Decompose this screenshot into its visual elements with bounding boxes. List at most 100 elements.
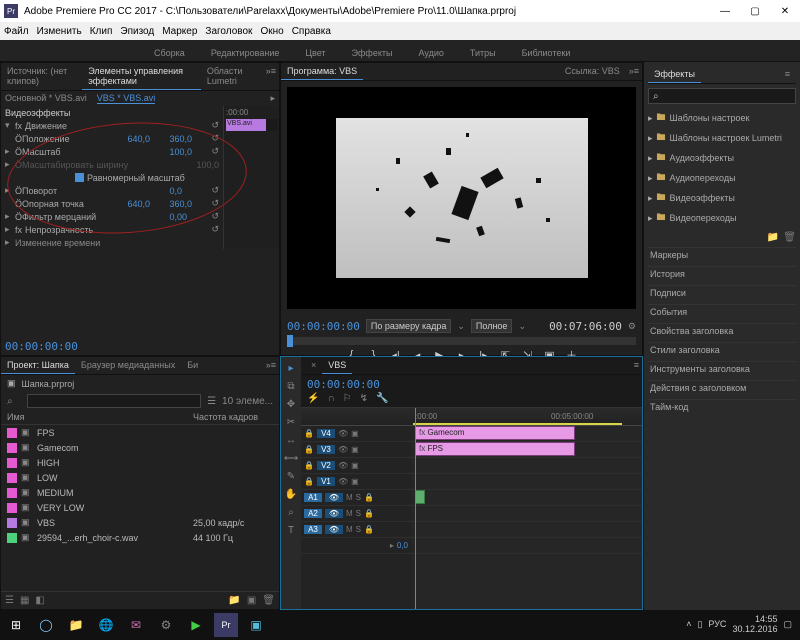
project-item[interactable]: ▣Gamecom [1,440,279,455]
audio-track-head[interactable]: A2👁MS🔒 [301,506,411,522]
type-tool-icon[interactable]: T [288,525,294,536]
timeline-ruler[interactable]: :00:00 00:05:00:00 [411,408,642,426]
settings-icon[interactable]: ⚙ [628,321,636,332]
prop-anchor[interactable]: Ö Опорная точка640,0360,0↺ [1,197,223,210]
panel-section[interactable]: Тайм-код [648,399,796,414]
timeline-playhead[interactable] [415,408,416,609]
pen-tool-icon[interactable]: ✎ [287,471,295,482]
video-track-head[interactable]: 🔒V4👁▣ [301,426,411,442]
menu-clip[interactable]: Клип [90,26,113,37]
ws-tab-libraries[interactable]: Библиотеки [518,45,575,61]
menu-edit[interactable]: Изменить [37,26,82,37]
prop-scale[interactable]: ▸Ö Масштаб100,0↺ [1,145,223,158]
panel-section[interactable]: Маркеры [648,247,796,262]
col-fps[interactable]: Частота кадров [193,412,273,422]
tab-reference[interactable]: Ссылка: VBS [559,63,626,80]
video-track-head[interactable]: 🔒V3👁▣ [301,442,411,458]
track-lock-icon[interactable]: 🔒 [304,445,314,454]
panel-menu-icon[interactable]: »≡ [626,63,642,80]
explorer-icon[interactable]: 📁 [64,613,88,637]
start-button[interactable]: ⊞ [4,613,28,637]
menu-help[interactable]: Справка [292,26,331,37]
col-name[interactable]: Имя [7,412,193,422]
track-label[interactable]: V3 [317,445,335,454]
trash-icon[interactable]: 🗑 [262,595,275,606]
project-item[interactable]: ▣29594_...erh_choir-c.wav44 100 Гц [1,530,279,545]
track-lock-icon[interactable]: 🔒 [304,477,314,486]
program-current-tc[interactable]: 00:00:00:00 [287,320,360,333]
tab-media-browser[interactable]: Браузер медиаданных [75,357,181,374]
icon-view-icon[interactable]: ▦ [20,595,29,606]
source-patch[interactable]: A1 [304,493,322,502]
chrome-icon[interactable]: 🌐 [94,613,118,637]
tab-program[interactable]: Программа: VBS [281,63,363,80]
new-item-icon[interactable]: ▣ [247,595,256,606]
mini-clip[interactable]: VBS.avi [226,119,266,131]
audio-track-head[interactable]: A3👁MS🔒 [301,522,411,538]
xbox-icon[interactable]: ▶ [184,613,208,637]
timeline-clip[interactable]: fx FPS [415,442,575,456]
track-lock-icon[interactable]: 🔒 [304,429,314,438]
timeline-tc[interactable]: 00:00:00:00 [307,378,636,391]
track-label[interactable]: V1 [317,477,335,486]
hand-tool-icon[interactable]: ✋ [285,489,297,500]
tab-source[interactable]: Источник: (нет клипов) [1,63,82,90]
freeform-view-icon[interactable]: ◧ [35,595,44,606]
panel-section[interactable]: Свойства заголовка [648,323,796,338]
close-button[interactable]: ✕ [770,0,800,22]
project-item[interactable]: ▣LOW [1,470,279,485]
panel-menu-icon[interactable]: ≡ [779,66,796,83]
track-lane[interactable] [411,490,642,506]
search-icon[interactable]: ⌕ [7,396,21,407]
track-toggle-icon[interactable]: 👁 [338,461,348,470]
video-track-head[interactable]: 🔒V1👁▣ [301,474,411,490]
track-label[interactable]: V4 [317,429,335,438]
prop-flicker[interactable]: ▸Ö Фильтр мерцаний0,00↺ [1,210,223,223]
project-item[interactable]: ▣VBS25,00 кадр/с [1,515,279,530]
resolution-select[interactable]: Полное [471,319,513,333]
tab-libraries-short[interactable]: Би [181,357,204,374]
project-search-input[interactable] [27,394,201,408]
ripple-tool-icon[interactable]: ✥ [287,399,295,410]
timeline-audio-clip[interactable] [415,490,425,504]
panel-section[interactable]: Подписи [648,285,796,300]
playhead-handle[interactable] [287,335,293,347]
track-lane[interactable] [411,506,642,522]
fx-opacity[interactable]: ▸fxНепрозрачность↺ [1,223,223,236]
effects-folder[interactable]: ▸🖿Аудиоэффекты [648,148,796,168]
tab-lumetri-scopes[interactable]: Области Lumetri [201,63,263,90]
settings-icon[interactable]: ↯ [360,393,368,404]
prop-uniform-scale[interactable]: Равномерный масштаб [1,171,223,184]
panel-menu-icon[interactable]: »≡ [263,357,279,374]
source-patch[interactable]: A3 [304,525,322,534]
mail-icon[interactable]: ✉ [124,613,148,637]
program-monitor[interactable] [287,87,636,309]
solo-icon[interactable]: S [356,525,361,534]
reset-icon[interactable]: ↺ [211,120,219,131]
panel-section[interactable]: Стили заголовка [648,342,796,357]
program-scrubber[interactable] [287,337,636,345]
timeline-clip[interactable]: fx Gamecom [415,426,575,440]
settings-icon[interactable]: ⚙ [154,613,178,637]
marker-icon[interactable]: ⚐ [343,393,352,404]
menu-marker[interactable]: Маркер [162,26,197,37]
track-lane[interactable] [411,522,642,538]
track-lane[interactable] [411,538,642,554]
wrench-icon[interactable]: 🔧 [376,393,388,404]
track-lane[interactable] [411,458,642,474]
app-icon[interactable]: ▣ [244,613,268,637]
new-bin-icon[interactable]: 📁 [767,232,779,243]
track-toggle-icon[interactable]: 👁 [338,429,348,438]
panel-menu-icon[interactable]: ≡ [631,357,642,374]
mute-icon[interactable]: M [346,525,353,534]
panel-section[interactable]: Инструменты заголовка [648,361,796,376]
trash-icon[interactable]: 🗑 [783,232,796,243]
effects-folder[interactable]: ▸🖿Шаблоны настроек Lumetri [648,128,796,148]
menu-file[interactable]: Файл [4,26,29,37]
track-select-tool-icon[interactable]: ⧉ [287,381,294,392]
new-bin-icon[interactable]: 📁 [228,595,240,606]
checkbox-icon[interactable] [75,173,84,182]
source-patch[interactable]: A2 [304,509,322,518]
selection-tool-icon[interactable]: ▸ [288,363,293,374]
effects-folder[interactable]: ▸🖿Видеоэффекты [648,188,796,208]
